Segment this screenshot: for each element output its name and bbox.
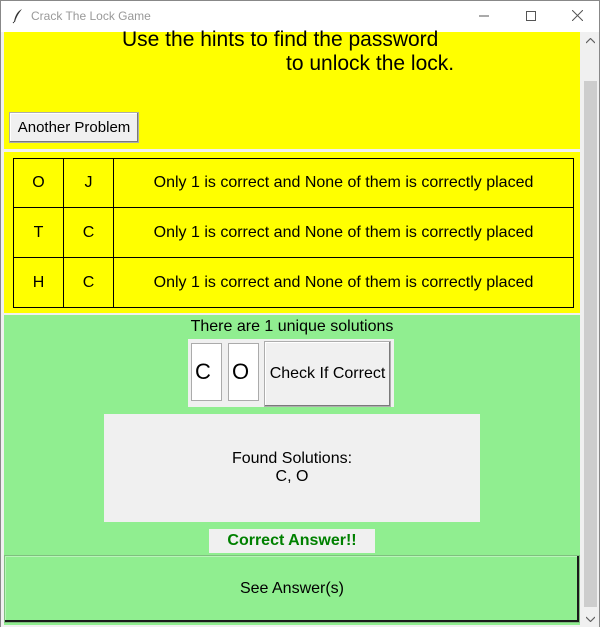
hint-text: Only 1 is correct and None of them is co…	[153, 223, 534, 241]
answer-input-group: Check If Correct	[188, 339, 394, 407]
instruction-line-2: to unlock the lock.	[286, 52, 455, 75]
hint-letter-2: C	[64, 208, 114, 257]
answer-letter-2-input[interactable]	[228, 343, 259, 401]
hint-text: Only 1 is correct and None of them is co…	[153, 174, 534, 191]
hint-row: T C Only 1 is correct and None of them i…	[13, 208, 574, 258]
hint-row: H C Only 1 is correct and None of them i…	[13, 258, 574, 308]
scroll-down-arrow-icon[interactable]	[582, 610, 599, 627]
feather-icon	[12, 8, 24, 24]
window-title: Crack The Lock Game	[31, 9, 151, 23]
solver-panel: There are 1 unique solutions Check If Co…	[4, 315, 580, 625]
maximize-button[interactable]	[508, 1, 554, 32]
app-window: Crack The Lock Game Use the hints to fin…	[0, 0, 600, 627]
hint-letter-2: C	[64, 258, 114, 307]
close-icon	[571, 8, 583, 26]
see-answers-button[interactable]: See Answer(s)	[4, 555, 580, 623]
header-panel: Use the hints to find the password to un…	[4, 28, 580, 149]
minimize-icon	[479, 8, 489, 26]
minimize-button[interactable]	[461, 1, 507, 32]
scroll-up-arrow-icon[interactable]	[582, 32, 599, 49]
hints-panel: O J Only 1 is correct and None of them i…	[4, 152, 580, 313]
instruction-line-1: Use the hints to find the password	[122, 28, 439, 51]
hint-letter-1: T	[14, 208, 64, 257]
found-solutions-box: Found Solutions: C, O	[104, 414, 480, 522]
hint-letter-1: H	[14, 258, 64, 307]
scrollbar-thumb[interactable]	[584, 81, 597, 607]
result-label: Correct Answer!!	[209, 529, 375, 553]
hint-letter-2: J	[64, 159, 114, 207]
check-if-correct-button[interactable]: Check If Correct	[264, 341, 391, 407]
close-button[interactable]	[554, 1, 600, 32]
client-area: Use the hints to find the password to un…	[1, 28, 599, 627]
vertical-scrollbar[interactable]	[582, 32, 599, 627]
hint-text: Only 1 is correct and None of them is co…	[153, 273, 534, 291]
found-solutions-title: Found Solutions:	[231, 450, 353, 467]
hint-row: O J Only 1 is correct and None of them i…	[13, 158, 574, 208]
answer-letter-1-input[interactable]	[191, 343, 222, 401]
unique-solutions-label: There are 1 unique solutions	[190, 318, 394, 335]
hint-letter-1: O	[14, 159, 64, 207]
maximize-icon	[526, 8, 536, 26]
another-problem-button[interactable]: Another Problem	[9, 112, 139, 143]
found-solutions-value: C, O	[275, 468, 309, 485]
